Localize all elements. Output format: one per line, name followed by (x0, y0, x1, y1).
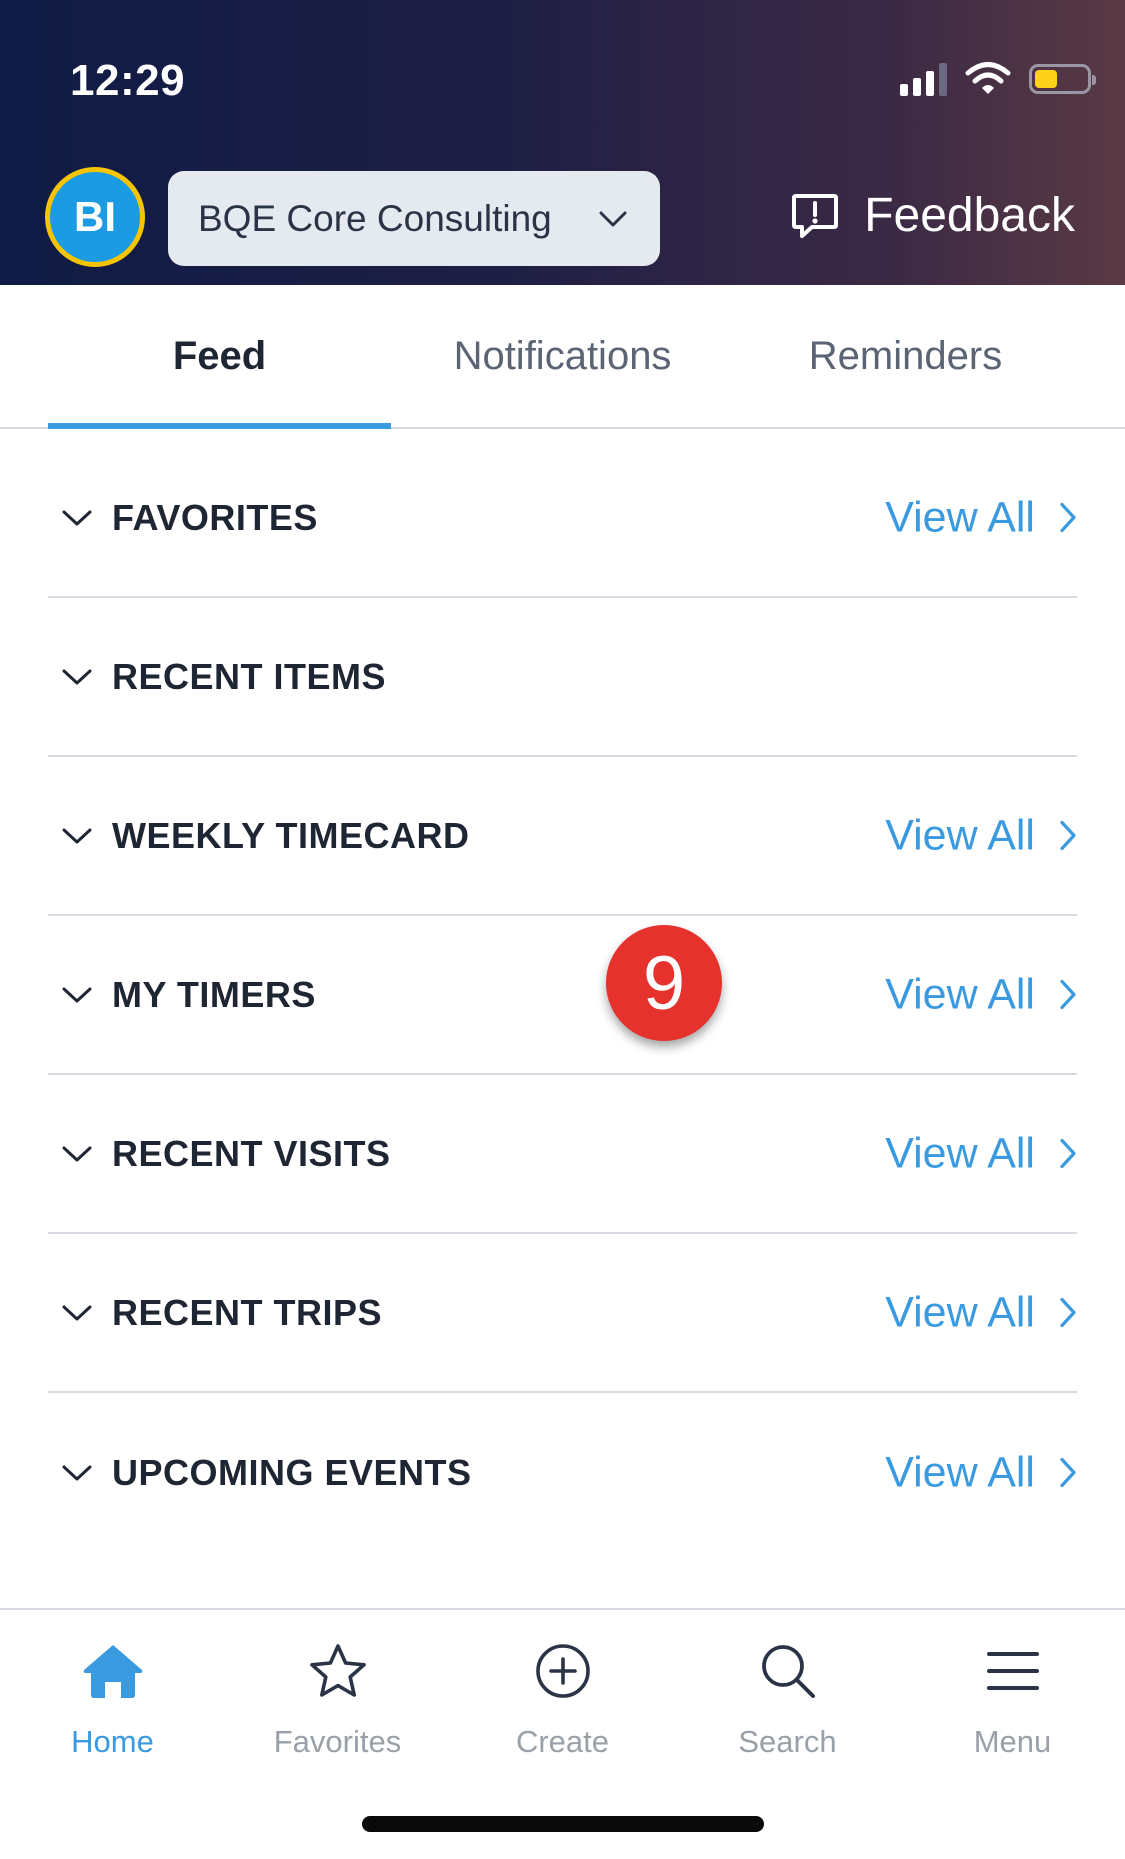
section-header[interactable]: WEEKLY TIMECARD (62, 815, 470, 857)
chevron-down-icon (62, 987, 92, 1002)
chevron-down-icon (62, 1465, 92, 1480)
feedback-button[interactable]: Feedback (790, 188, 1075, 243)
chevron-down-icon (599, 211, 627, 226)
section-recent-visits: RECENT VISITS View All (48, 1075, 1077, 1234)
view-all-label: View All (885, 811, 1035, 859)
battery-icon (1029, 64, 1096, 94)
nav-search[interactable]: Search (675, 1610, 900, 1760)
app-header: 12:29 BI BQE Core Consulting Feedback (0, 0, 1125, 285)
chevron-down-icon (62, 1305, 92, 1320)
battery-level (1035, 70, 1057, 88)
view-all-link[interactable]: View All (885, 970, 1077, 1019)
chevron-down-icon (62, 1146, 92, 1161)
chevron-right-icon (1060, 820, 1076, 851)
active-tab-indicator (48, 423, 391, 429)
section-title: FAVORITES (112, 496, 318, 538)
chevron-down-icon (62, 828, 92, 843)
section-header[interactable]: MY TIMERS (62, 974, 316, 1016)
view-all-label: View All (885, 1129, 1035, 1177)
view-all-label: View All (885, 1448, 1035, 1496)
tab-notifications[interactable]: Notifications (391, 285, 734, 427)
wifi-icon (965, 62, 1011, 94)
view-all-link[interactable]: View All (885, 1288, 1077, 1337)
nav-label: Search (738, 1724, 837, 1759)
chevron-right-icon (1060, 1457, 1076, 1488)
status-time: 12:29 (70, 56, 186, 105)
chevron-down-icon (62, 510, 92, 525)
menu-icon (986, 1652, 1039, 1690)
section-title: RECENT TRIPS (112, 1291, 383, 1333)
section-title: WEEKLY TIMECARD (112, 814, 470, 856)
view-all-link[interactable]: View All (885, 1129, 1077, 1178)
chevron-right-icon (1060, 1138, 1076, 1169)
nav-menu[interactable]: Menu (900, 1610, 1125, 1760)
section-title: RECENT ITEMS (112, 655, 387, 697)
view-all-label: View All (885, 493, 1035, 541)
company-name: BQE Core Consulting (198, 197, 552, 239)
view-all-link[interactable]: View All (885, 493, 1077, 542)
section-header[interactable]: RECENT ITEMS (62, 656, 386, 698)
home-icon (83, 1645, 142, 1698)
section-my-timers: MY TIMERS View All (48, 916, 1077, 1075)
avatar[interactable]: BI (45, 167, 145, 267)
section-title: UPCOMING EVENTS (112, 1451, 472, 1493)
home-indicator[interactable] (362, 1816, 764, 1832)
company-selector[interactable]: BQE Core Consulting (168, 171, 660, 266)
view-all-link[interactable]: View All (885, 811, 1077, 860)
search-icon (761, 1645, 815, 1698)
chevron-down-icon (62, 669, 92, 684)
nav-label: Home (71, 1724, 154, 1759)
section-header[interactable]: UPCOMING EVENTS (62, 1452, 472, 1494)
nav-create[interactable]: Create (450, 1610, 675, 1760)
nav-label: Menu (973, 1724, 1052, 1759)
view-all-label: View All (885, 970, 1035, 1018)
star-icon (309, 1644, 366, 1697)
section-favorites: FAVORITES View All (48, 439, 1077, 598)
section-recent-trips: RECENT TRIPS View All (48, 1234, 1077, 1393)
chevron-right-icon (1060, 979, 1076, 1010)
feedback-icon (792, 193, 839, 238)
section-title: RECENT VISITS (112, 1132, 391, 1174)
view-all-label: View All (885, 1288, 1035, 1336)
section-weekly-timecard: WEEKLY TIMECARD View All (48, 757, 1077, 916)
section-header[interactable]: RECENT TRIPS (62, 1292, 382, 1334)
section-header[interactable]: RECENT VISITS (62, 1133, 391, 1175)
section-recent-items: RECENT ITEMS (48, 598, 1077, 757)
nav-label: Create (515, 1724, 610, 1759)
view-all-link[interactable]: View All (885, 1448, 1077, 1497)
section-title: MY TIMERS (112, 973, 316, 1015)
nav-favorites[interactable]: Favorites (225, 1610, 450, 1760)
section-header[interactable]: FAVORITES (62, 497, 318, 539)
plus-circle-icon (535, 1644, 590, 1698)
feedback-label: Feedback (864, 189, 1075, 242)
status-icons (900, 62, 1096, 96)
nav-label: Favorites (273, 1724, 402, 1759)
nav-home[interactable]: Home (0, 1610, 225, 1760)
section-upcoming-events: UPCOMING EVENTS View All (48, 1393, 1077, 1552)
tab-feed[interactable]: Feed (48, 285, 391, 427)
count-badge: 9 (606, 925, 722, 1041)
cellular-signal-icon (900, 62, 947, 96)
tab-bar: Feed Notifications Reminders (0, 285, 1125, 429)
tab-reminders[interactable]: Reminders (734, 285, 1077, 427)
chevron-right-icon (1060, 502, 1076, 533)
chevron-right-icon (1060, 1297, 1076, 1328)
